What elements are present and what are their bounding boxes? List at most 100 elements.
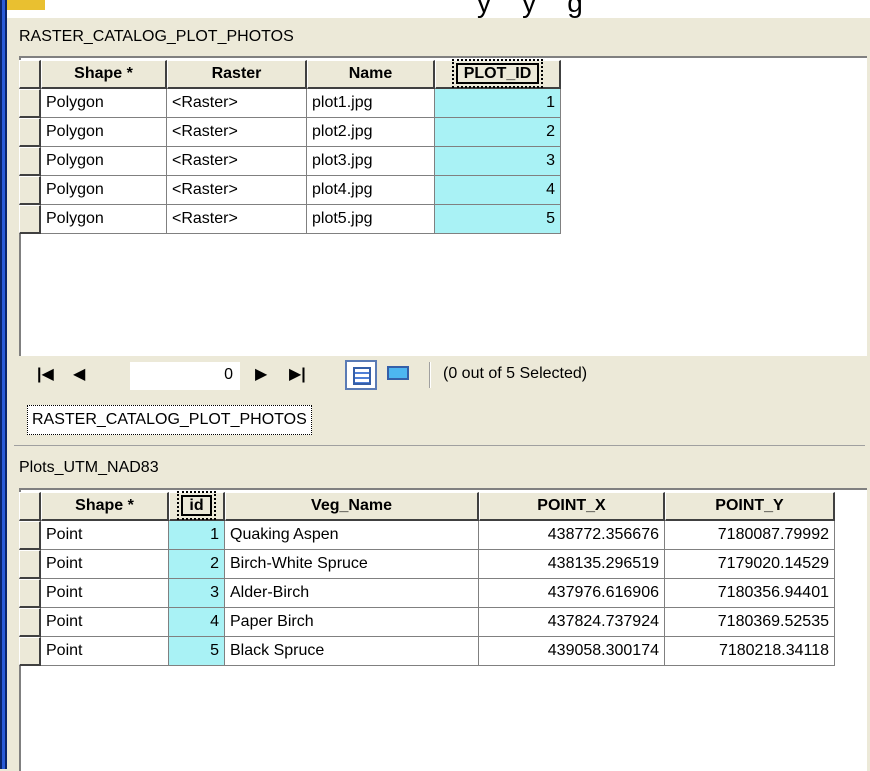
cell-shape[interactable]: Point	[41, 550, 169, 579]
cell-shape[interactable]: Point	[41, 637, 169, 666]
cell-shape[interactable]: Point	[41, 521, 169, 550]
table-row[interactable]: Polygon <Raster> plot3.jpg 3	[19, 147, 561, 176]
cell-point-y[interactable]: 7180356.94401	[665, 579, 835, 608]
cell-point-x[interactable]: 437824.737924	[479, 608, 665, 637]
cell-plot-id[interactable]: 3	[435, 147, 561, 176]
row-selector[interactable]	[19, 118, 41, 147]
table2-grid: Shape * id Veg_Name POINT_X POINT_Y Poin…	[19, 491, 835, 666]
title-accent	[7, 0, 45, 10]
cell-id[interactable]: 5	[169, 637, 225, 666]
column-header-name[interactable]: Name	[307, 60, 435, 89]
cell-plot-id[interactable]: 1	[435, 89, 561, 118]
cell-shape[interactable]: Polygon	[41, 176, 167, 205]
table1-corner[interactable]	[19, 60, 41, 89]
row-selector[interactable]	[19, 147, 41, 176]
cell-name[interactable]: plot5.jpg	[307, 205, 435, 234]
table-row[interactable]: Point 5 Black Spruce 439058.300174 71802…	[19, 637, 835, 666]
tab-raster-catalog-plot-photos[interactable]: RASTER_CATALOG_PLOT_PHOTOS	[27, 405, 312, 435]
table-row[interactable]: Polygon <Raster> plot4.jpg 4	[19, 176, 561, 205]
cell-name[interactable]: plot3.jpg	[307, 147, 435, 176]
toolbar-separator	[429, 362, 431, 388]
selection-status: (0 out of 5 Selected)	[443, 365, 588, 382]
cell-point-x[interactable]: 437976.616906	[479, 579, 665, 608]
row-selector[interactable]	[19, 89, 41, 118]
cell-point-x[interactable]: 438135.296519	[479, 550, 665, 579]
cell-id[interactable]: 2	[169, 550, 225, 579]
record-number-input[interactable]: 0	[130, 362, 240, 390]
cell-point-y[interactable]: 7180369.52535	[665, 608, 835, 637]
next-record-icon[interactable]: ▶	[255, 364, 267, 384]
cell-id[interactable]: 3	[169, 579, 225, 608]
table2-header-row: Shape * id Veg_Name POINT_X POINT_Y	[19, 491, 835, 521]
column-header-shape[interactable]: Shape *	[41, 492, 169, 521]
cell-plot-id[interactable]: 2	[435, 118, 561, 147]
cell-plot-id[interactable]: 4	[435, 176, 561, 205]
cell-shape[interactable]: Point	[41, 579, 169, 608]
column-header-plot-id[interactable]: PLOT_ID	[435, 59, 561, 89]
cell-id[interactable]: 1	[169, 521, 225, 550]
cell-raster[interactable]: <Raster>	[167, 205, 307, 234]
show-selected-records-button[interactable]	[381, 360, 413, 390]
show-all-records-icon	[353, 367, 371, 385]
table2-corner[interactable]	[19, 492, 41, 521]
cell-shape[interactable]: Polygon	[41, 147, 167, 176]
cell-point-x[interactable]: 439058.300174	[479, 637, 665, 666]
cell-shape[interactable]: Polygon	[41, 118, 167, 147]
table-row[interactable]: Point 3 Alder-Birch 437976.616906 718035…	[19, 579, 835, 608]
tab-divider	[14, 445, 865, 446]
cell-point-y[interactable]: 7180087.79992	[665, 521, 835, 550]
window-top-strip: y y g	[7, 0, 870, 18]
column-header-shape[interactable]: Shape *	[41, 60, 167, 89]
cell-id[interactable]: 4	[169, 608, 225, 637]
title-fragment: y y g	[477, 0, 583, 18]
column-header-point-y[interactable]: POINT_Y	[665, 492, 835, 521]
table-row[interactable]: Point 1 Quaking Aspen 438772.356676 7180…	[19, 521, 835, 550]
column-header-point-x[interactable]: POINT_X	[479, 492, 665, 521]
table-row[interactable]: Polygon <Raster> plot1.jpg 1	[19, 89, 561, 118]
cell-name[interactable]: plot4.jpg	[307, 176, 435, 205]
show-selected-records-icon	[387, 366, 409, 380]
column-header-raster[interactable]: Raster	[167, 60, 307, 89]
cell-plot-id[interactable]: 5	[435, 205, 561, 234]
show-all-records-button[interactable]	[345, 360, 377, 390]
column-header-id[interactable]: id	[169, 491, 225, 521]
table-row[interactable]: Polygon <Raster> plot5.jpg 5	[19, 205, 561, 234]
table-row[interactable]: Point 2 Birch-White Spruce 438135.296519…	[19, 550, 835, 579]
table-row[interactable]: Point 4 Paper Birch 437824.737924 718036…	[19, 608, 835, 637]
window-left-edge	[0, 0, 7, 769]
cell-veg-name[interactable]: Alder-Birch	[225, 579, 479, 608]
row-selector[interactable]	[19, 521, 41, 550]
first-record-icon[interactable]: |◀	[37, 364, 54, 384]
row-selector[interactable]	[19, 176, 41, 205]
cell-raster[interactable]: <Raster>	[167, 89, 307, 118]
cell-point-x[interactable]: 438772.356676	[479, 521, 665, 550]
cell-veg-name[interactable]: Quaking Aspen	[225, 521, 479, 550]
cell-shape[interactable]: Polygon	[41, 205, 167, 234]
cell-raster[interactable]: <Raster>	[167, 118, 307, 147]
table1-header-row: Shape * Raster Name PLOT_ID	[19, 59, 561, 89]
row-selector[interactable]	[19, 637, 41, 666]
row-selector[interactable]	[19, 579, 41, 608]
cell-veg-name[interactable]: Paper Birch	[225, 608, 479, 637]
cell-veg-name[interactable]: Black Spruce	[225, 637, 479, 666]
table1-caption: RASTER_CATALOG_PLOT_PHOTOS	[19, 28, 294, 45]
table-row[interactable]: Polygon <Raster> plot2.jpg 2	[19, 118, 561, 147]
cell-raster[interactable]: <Raster>	[167, 147, 307, 176]
column-header-veg-name[interactable]: Veg_Name	[225, 492, 479, 521]
cell-shape[interactable]: Polygon	[41, 89, 167, 118]
cell-shape[interactable]: Point	[41, 608, 169, 637]
cell-point-y[interactable]: 7179020.14529	[665, 550, 835, 579]
record-navigator: |◀ ◀ 0 ▶ ▶| (0 out of 5 Selected)	[19, 356, 865, 394]
row-selector[interactable]	[19, 608, 41, 637]
cell-name[interactable]: plot2.jpg	[307, 118, 435, 147]
cell-name[interactable]: plot1.jpg	[307, 89, 435, 118]
cell-point-y[interactable]: 7180218.34118	[665, 637, 835, 666]
cell-raster[interactable]: <Raster>	[167, 176, 307, 205]
table2-caption: Plots_UTM_NAD83	[19, 459, 159, 476]
row-selector[interactable]	[19, 205, 41, 234]
row-selector[interactable]	[19, 550, 41, 579]
previous-record-icon[interactable]: ◀	[73, 364, 85, 384]
attribute-table-window: RASTER_CATALOG_PLOT_PHOTOS Shape * Raste…	[7, 18, 870, 771]
cell-veg-name[interactable]: Birch-White Spruce	[225, 550, 479, 579]
last-record-icon[interactable]: ▶|	[289, 364, 306, 384]
